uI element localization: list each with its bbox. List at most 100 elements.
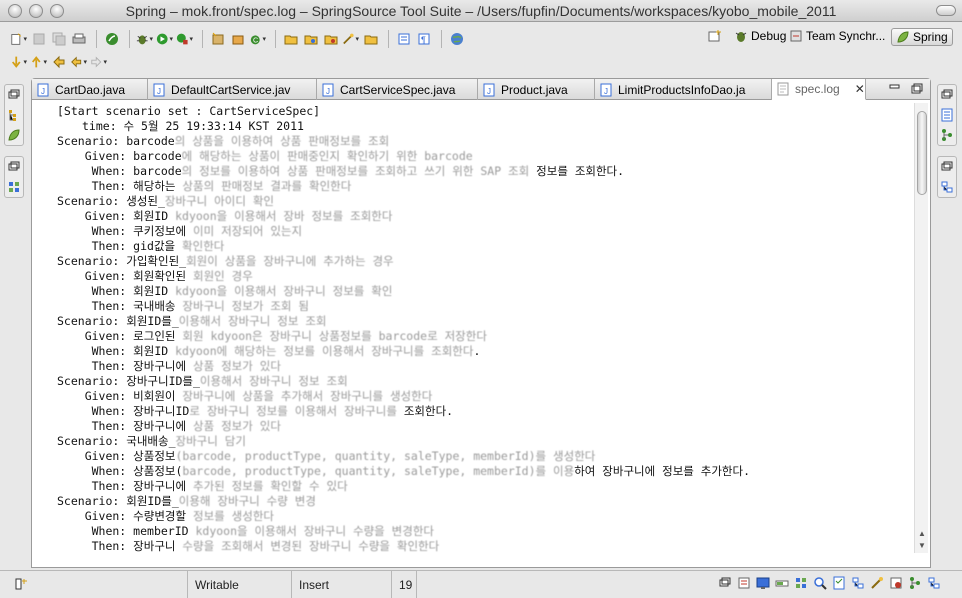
run-icon[interactable]: ▾	[156, 31, 173, 48]
search-view-icon[interactable]	[813, 576, 827, 590]
git-icon[interactable]	[908, 576, 922, 590]
tab-cartservicespec[interactable]: J CartServiceSpec.java	[317, 79, 478, 100]
open-type-icon[interactable]	[282, 31, 299, 48]
log-text: 장바구니에	[133, 479, 193, 493]
toolbar-separator	[202, 30, 203, 48]
minimize-icon[interactable]	[888, 82, 902, 96]
new-icon[interactable]: ▾	[10, 31, 27, 48]
save-all-icon[interactable]	[50, 31, 67, 48]
wand-view-icon[interactable]	[870, 576, 884, 590]
perspective-spring[interactable]: Spring	[891, 28, 953, 46]
debug-icon[interactable]: ▾	[136, 31, 153, 48]
log-lines: Scenario: barcode의 상품을 이용하여 상품 판매정보를 조회 …	[57, 134, 902, 554]
external-tools-icon[interactable]: ▾	[176, 31, 193, 48]
forward-icon[interactable]: ▾	[90, 54, 107, 71]
log-keyword: Scenario:	[57, 434, 127, 448]
log-keyword: When:	[57, 404, 134, 418]
log-keyword: Scenario:	[57, 314, 127, 328]
servers-icon[interactable]	[7, 180, 21, 194]
editor-area: J CartDao.java J DefaultCartService.jav …	[31, 78, 931, 568]
log-keyword: Given:	[57, 449, 134, 463]
log-line: Given: 상품정보(barcode, productType, quanti…	[57, 449, 902, 464]
log-line: When: 회원ID kdyoon에 해당하는 정보를 이용해서 장바구니를 조…	[57, 344, 902, 359]
log-text: 장바구니	[133, 539, 183, 553]
web-browser-icon[interactable]	[448, 31, 465, 48]
save-icon[interactable]	[30, 31, 47, 48]
log-keyword: Then:	[57, 299, 134, 313]
previous-annotation-icon[interactable]: ▾	[30, 54, 47, 71]
log-keyword: Then:	[57, 359, 134, 373]
log-text: 장바구니에	[133, 359, 193, 373]
tab-defaultcartservice[interactable]: J DefaultCartService.jav	[148, 79, 317, 100]
log-obscured-text: 회원인 경우	[193, 269, 253, 283]
servers-view-icon[interactable]	[794, 576, 808, 590]
status-bar: Writable Insert 19	[0, 570, 962, 598]
vertical-scrollbar[interactable]: ▲ ▼	[914, 103, 928, 553]
diagram-view-icon[interactable]	[927, 576, 941, 590]
new-package-icon[interactable]	[229, 31, 246, 48]
log-keyword: Scenario:	[57, 194, 127, 208]
tab-spec-log[interactable]: spec.log ✕	[772, 79, 866, 100]
task-list-icon[interactable]	[940, 108, 954, 122]
tab-label: DefaultCartService.jav	[171, 82, 291, 97]
package-explorer-icon[interactable]	[7, 108, 21, 122]
maximize-icon[interactable]	[910, 82, 924, 96]
progress-icon[interactable]	[775, 576, 789, 590]
log-obscured-text: 추가된 정보를 확인할 수 있다	[193, 479, 348, 493]
scrollbar-thumb[interactable]	[917, 111, 927, 195]
open-resource-icon[interactable]	[302, 31, 319, 48]
restore-icon[interactable]	[7, 88, 21, 102]
fast-view-icon[interactable]	[14, 577, 28, 591]
open-folder-icon[interactable]	[362, 31, 379, 48]
spring-explorer-icon[interactable]	[7, 128, 21, 142]
log-text: 회원ID를_	[126, 314, 179, 328]
new-class-icon[interactable]: C ▾	[249, 31, 266, 48]
back-icon[interactable]: ▾	[70, 54, 87, 71]
new-java-project-icon[interactable]	[209, 31, 226, 48]
log-tail-text: 정보를 조회한다.	[529, 164, 625, 178]
status-trim-icons	[718, 576, 941, 590]
spring-icon[interactable]	[103, 31, 120, 48]
hierarchy-icon[interactable]	[940, 180, 954, 194]
tab-label: LimitProductsInfoDao.ja	[618, 82, 746, 97]
last-edit-location-icon[interactable]	[50, 54, 67, 71]
tab-limitproductsinfodao[interactable]: J LimitProductsInfoDao.ja	[595, 79, 772, 100]
log-text: 국내배송	[133, 299, 183, 313]
problems-icon[interactable]	[737, 576, 751, 590]
restore-icon[interactable]	[940, 88, 954, 102]
log-text: 회원ID	[133, 344, 176, 358]
log-text-area[interactable]: [Start scenario set : CartServiceSpec] t…	[32, 101, 902, 566]
toolbar-toggle-button[interactable]	[936, 5, 956, 16]
toolbar-separator	[388, 30, 389, 48]
log-line: Then: 장바구니에 추가된 정보를 확인할 수 있다	[57, 479, 902, 494]
error-log-icon[interactable]	[889, 576, 903, 590]
log-obscured-text: 이용해서 장바구니 정보 조회	[199, 374, 348, 388]
next-annotation-icon[interactable]: ▾	[10, 54, 27, 71]
text-file-icon	[777, 82, 789, 96]
tab-cartdao[interactable]: J CartDao.java	[32, 79, 148, 100]
scroll-up-arrow-icon[interactable]: ▲	[917, 529, 927, 539]
show-whitespace-icon[interactable]: ¶	[415, 31, 432, 48]
close-tab-icon[interactable]: ✕	[855, 82, 865, 96]
perspective-debug[interactable]: Debug	[708, 29, 786, 43]
restore-icon[interactable]	[940, 160, 954, 174]
scroll-down-arrow-icon[interactable]: ▼	[917, 541, 927, 551]
log-line: Scenario: 장바구니ID를_이용해서 장바구니 정보 조회	[57, 374, 902, 389]
restore-icon[interactable]	[7, 160, 21, 174]
open-task-icon[interactable]	[322, 31, 339, 48]
print-icon[interactable]	[70, 31, 87, 48]
log-time: time: 수 5월 25 19:33:14 KST 2011	[82, 119, 304, 133]
perspective-team-synchronizing[interactable]: Team Synchr...	[789, 29, 885, 43]
log-line: Then: 해당하는 상품의 판매정보 결과를 확인한다	[57, 179, 902, 194]
log-line: Then: 장바구니 수량을 조회해서 변경된 장바구니 수량을 확인한다	[57, 539, 902, 554]
wand-icon[interactable]: ▾	[342, 31, 359, 48]
tasks-view-icon[interactable]	[832, 576, 846, 590]
tab-product[interactable]: J Product.java	[478, 79, 595, 100]
editor-tab-bar: J CartDao.java J DefaultCartService.jav …	[32, 79, 930, 100]
call-hierarchy-icon[interactable]	[851, 576, 865, 590]
restore-icon[interactable]	[718, 576, 732, 590]
toggle-mark-icon[interactable]	[395, 31, 412, 48]
outline-icon[interactable]	[940, 128, 954, 142]
console-icon[interactable]	[756, 576, 770, 590]
tab-label: CartServiceSpec.java	[340, 82, 456, 97]
